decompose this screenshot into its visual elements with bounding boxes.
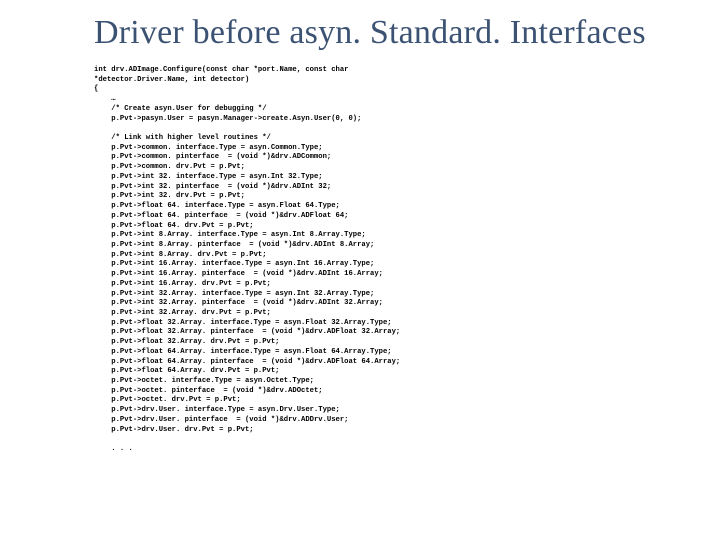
code-block: int drv.ADImage.Configure(const char *po… [94, 66, 654, 455]
slide: Driver before asyn. Standard. Interfaces… [0, 0, 720, 540]
slide-title: Driver before asyn. Standard. Interfaces [94, 14, 646, 52]
